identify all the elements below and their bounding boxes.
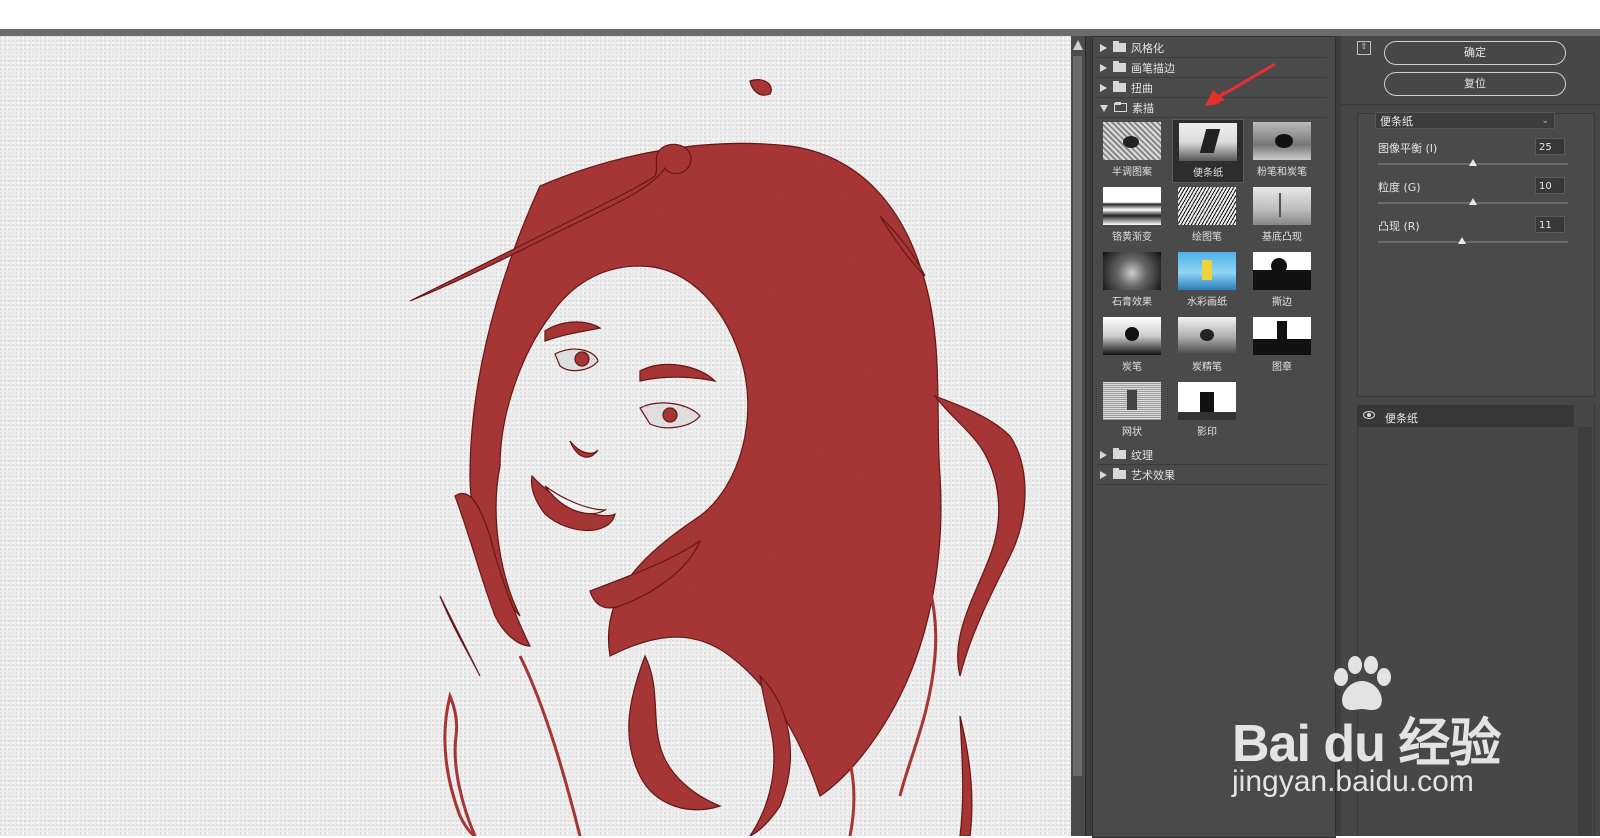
filter-thumb-chrome[interactable]: 铬黄渐变 [1097, 184, 1167, 246]
collapse-arrow-icon [1100, 105, 1108, 112]
category-texture[interactable]: 纹理 [1097, 445, 1327, 465]
thumbnail-image [1103, 382, 1161, 420]
folder-open-icon [1114, 102, 1127, 112]
thumbnail-label: 石膏效果 [1112, 297, 1152, 308]
filter-thumb-charcoal[interactable]: 炭笔 [1097, 314, 1167, 376]
filter-thumb-conte-crayon[interactable]: 炭精笔 [1172, 314, 1242, 376]
filter-thumb-stamp[interactable]: 图章 [1247, 314, 1317, 376]
thumbnail-image [1253, 122, 1311, 160]
thumbnail-label: 半调图案 [1112, 167, 1152, 178]
expand-arrow-icon [1100, 43, 1107, 52]
expand-arrow-icon [1100, 83, 1107, 92]
watermark-url: jingyan.baidu.com [1232, 765, 1474, 798]
filter-select-value: 便条纸 [1380, 115, 1413, 128]
thumbnail-image [1103, 252, 1161, 290]
category-label: 纹理 [1131, 448, 1153, 462]
category-artistic[interactable]: 艺术效果 [1097, 465, 1327, 485]
category-label: 素描 [1132, 101, 1154, 115]
filter-thumb-water-paper[interactable]: 水彩画纸 [1172, 249, 1242, 311]
filter-thumb-bas-relief[interactable]: 基底凸现 [1247, 184, 1317, 246]
relief-label: 凸现 (R) [1378, 220, 1420, 233]
thumbnail-label: 影印 [1197, 427, 1217, 438]
layers-scrollbar[interactable] [1578, 427, 1592, 836]
thumbnail-image [1103, 122, 1161, 160]
filter-thumb-chalk-charcoal[interactable]: 粉笔和炭笔 [1247, 119, 1317, 181]
filter-select[interactable]: 便条纸 ⌄ [1375, 112, 1555, 129]
sketch-portrait-image [409, 79, 1026, 836]
thumbnail-image [1253, 187, 1311, 225]
thumbnail-label: 绘图笔 [1192, 232, 1222, 243]
annotation-arrow-icon [1205, 62, 1276, 106]
folder-icon [1113, 448, 1126, 459]
filter-thumb-note-paper[interactable]: 便条纸 [1172, 119, 1244, 183]
expand-arrow-icon [1100, 470, 1107, 479]
folder-icon [1113, 468, 1126, 479]
filter-thumb-plaster[interactable]: 石膏效果 [1097, 249, 1167, 311]
category-label: 画笔描边 [1131, 61, 1175, 75]
reset-button[interactable]: 复位 [1384, 72, 1566, 96]
thumbnail-label: 炭笔 [1122, 362, 1142, 373]
thumbnail-image [1178, 252, 1236, 290]
thumbnail-label: 便条纸 [1193, 168, 1223, 179]
category-label: 扭曲 [1131, 81, 1153, 95]
filter-thumb-reticulation[interactable]: 网状 [1097, 379, 1167, 441]
thumbnail-label: 铬黄渐变 [1112, 232, 1152, 243]
ok-button[interactable]: 确定 [1384, 41, 1566, 65]
thumbnail-image [1103, 187, 1161, 225]
category-stylize[interactable]: 风格化 [1097, 38, 1327, 58]
thumbnail-image [1178, 187, 1236, 225]
folder-icon [1113, 41, 1126, 52]
thumbnail-image [1178, 317, 1236, 355]
divider [1341, 104, 1600, 105]
title-bar [0, 0, 1600, 30]
thumbnail-image [1253, 252, 1311, 290]
scroll-up-arrow-icon[interactable] [1073, 40, 1083, 50]
folder-icon [1113, 61, 1126, 72]
thumbnail-label: 水彩画纸 [1187, 297, 1227, 308]
graininess-field[interactable]: 10 [1535, 177, 1565, 194]
canvas-scrollbar[interactable] [1071, 36, 1085, 836]
graininess-slider-handle[interactable] [1469, 198, 1477, 205]
thumbnail-label: 网状 [1122, 427, 1142, 438]
thumbnail-label: 粉笔和炭笔 [1257, 167, 1307, 178]
thumbnail-image [1253, 317, 1311, 355]
category-label: 风格化 [1131, 41, 1164, 55]
scroll-thumb[interactable] [1073, 56, 1082, 776]
thumbnail-image [1103, 317, 1161, 355]
image-balance-field[interactable]: 25 [1535, 138, 1565, 155]
thumbnail-label: 基底凸现 [1262, 232, 1302, 243]
filter-thumb-halftone-pattern[interactable]: 半调图案 [1097, 119, 1167, 181]
graininess-label: 粒度 (G) [1378, 181, 1421, 194]
filter-thumb-photocopy[interactable]: 影印 [1172, 379, 1242, 441]
collapse-gallery-icon[interactable]: ⇧ [1357, 41, 1371, 55]
thumbnail-label: 图章 [1272, 362, 1292, 373]
category-label: 艺术效果 [1131, 468, 1175, 482]
relief-field[interactable]: 11 [1535, 216, 1565, 233]
expand-arrow-icon [1100, 450, 1107, 459]
thumbnail-label: 撕边 [1272, 297, 1292, 308]
thumbnail-label: 炭精笔 [1192, 362, 1222, 373]
baidu-watermark: Bai du 经验 jingyan.baidu.com [1232, 656, 1502, 803]
chevron-down-icon: ⌄ [1541, 116, 1549, 126]
effect-layer-name: 便条纸 [1385, 412, 1418, 425]
filter-thumb-torn-edges[interactable]: 撕边 [1247, 249, 1317, 311]
thumbnail-image [1178, 382, 1236, 420]
top-strip [0, 29, 1600, 36]
filter-thumb-graphic-pen[interactable]: 绘图笔 [1172, 184, 1242, 246]
relief-track[interactable] [1378, 241, 1568, 243]
image-balance-label: 图像平衡 (I) [1378, 142, 1438, 155]
preview-canvas[interactable] [0, 36, 1071, 836]
eye-visibility-icon[interactable] [1363, 411, 1375, 419]
expand-arrow-icon [1100, 63, 1107, 72]
thumbnail-image [1179, 123, 1237, 161]
relief-slider-handle[interactable] [1457, 237, 1466, 244]
folder-icon [1113, 81, 1126, 92]
image-balance-slider-handle[interactable] [1469, 159, 1477, 166]
